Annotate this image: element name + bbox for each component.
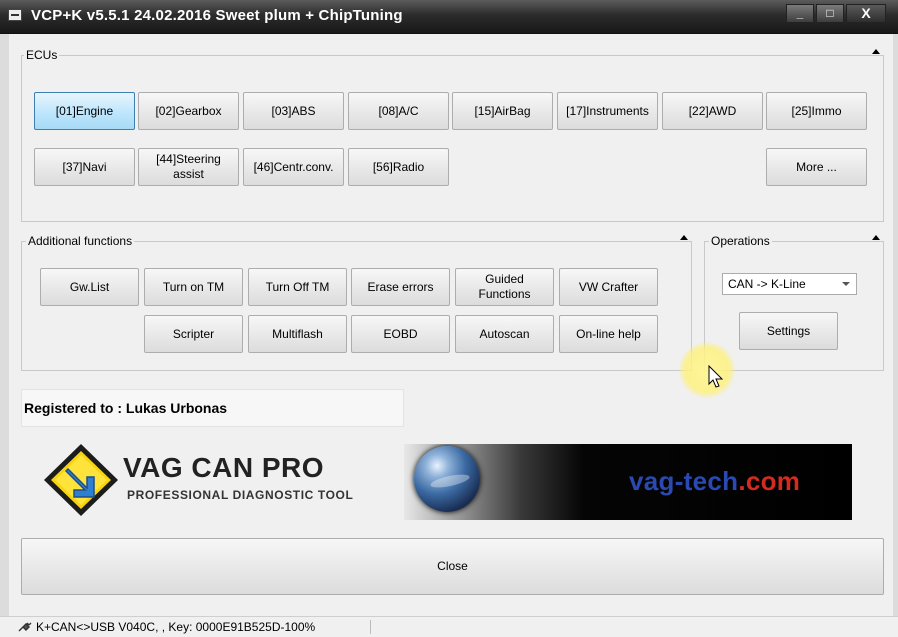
mouse-pointer-icon <box>708 365 724 388</box>
vag-can-pro-logo: VAG CAN PRO PROFESSIONAL DIAGNOSTIC TOOL <box>41 441 371 519</box>
app-menu-icon[interactable] <box>8 9 22 21</box>
globe-icon <box>414 446 480 512</box>
turn-off-tm-button[interactable]: Turn Off TM <box>248 268 347 306</box>
minimize-button[interactable]: _ <box>786 4 814 23</box>
close-window-button[interactable]: X <box>846 4 886 23</box>
site-url-domain: .com <box>738 466 801 496</box>
cursor-highlight <box>679 342 735 398</box>
maximize-button[interactable]: □ <box>816 4 844 23</box>
ecus-group-label: ECUs <box>24 48 60 62</box>
status-bar: K+CAN<>USB V040C, , Key: 0000E91B525D-10… <box>0 616 898 637</box>
ecu-button-navi[interactable]: [37]Navi <box>34 148 135 186</box>
operations-label: Operations <box>709 234 772 248</box>
ecu-button-centr-conv[interactable]: [46]Centr.conv. <box>243 148 344 186</box>
site-url-name: vag-tech <box>629 466 739 496</box>
interface-select-value: CAN -> K-Line <box>728 277 806 291</box>
ecu-button-steering-assist[interactable]: [44]Steering assist <box>138 148 239 186</box>
ecus-collapse-icon[interactable] <box>872 49 880 54</box>
ecu-button-ac[interactable]: [08]A/C <box>348 92 449 130</box>
main-window: ECUs [01]Engine [02]Gearbox [03]ABS [08]… <box>9 34 893 616</box>
operations-group: Operations CAN -> K-Line Settings <box>704 234 884 371</box>
registered-to-label: Registered to : Lukas Urbonas <box>21 389 404 427</box>
window-controls: _ □ X <box>786 4 886 23</box>
ecu-button-radio[interactable]: [56]Radio <box>348 148 449 186</box>
multiflash-button[interactable]: Multiflash <box>248 315 347 353</box>
online-help-button[interactable]: On-line help <box>559 315 658 353</box>
settings-button[interactable]: Settings <box>739 312 838 350</box>
ecu-button-awd[interactable]: [22]AWD <box>662 92 763 130</box>
additional-functions-label: Additional functions <box>26 234 135 248</box>
ecu-button-engine[interactable]: [01]Engine <box>34 92 135 130</box>
vag-tech-banner: vag-tech.com <box>404 444 852 520</box>
title-bar[interactable]: VCP+K v5.5.1 24.02.2016 Sweet plum + Chi… <box>0 0 898 34</box>
vw-crafter-button[interactable]: VW Crafter <box>559 268 658 306</box>
ecu-button-abs[interactable]: [03]ABS <box>243 92 344 130</box>
ecu-button-gearbox[interactable]: [02]Gearbox <box>138 92 239 130</box>
turn-on-tm-button[interactable]: Turn on TM <box>144 268 243 306</box>
ecus-group: ECUs [01]Engine [02]Gearbox [03]ABS [08]… <box>21 48 884 222</box>
close-button[interactable]: Close <box>21 538 884 595</box>
operations-collapse-icon[interactable] <box>872 235 880 240</box>
brand-title: VAG CAN PRO <box>123 452 324 483</box>
site-url: vag-tech.com <box>629 466 800 497</box>
chevron-down-icon <box>842 282 850 286</box>
status-separator <box>370 620 371 634</box>
erase-errors-button[interactable]: Erase errors <box>351 268 450 306</box>
autoscan-button[interactable]: Autoscan <box>455 315 554 353</box>
status-text: K+CAN<>USB V040C, , Key: 0000E91B525D-10… <box>36 620 316 634</box>
ecu-button-airbag[interactable]: [15]AirBag <box>452 92 553 130</box>
plug-icon <box>18 622 32 632</box>
additional-functions-group: Additional functions Gw.List Turn on TM … <box>21 234 692 371</box>
eobd-button[interactable]: EOBD <box>351 315 450 353</box>
ecu-more-button[interactable]: More ... <box>766 148 867 186</box>
additional-collapse-icon[interactable] <box>680 235 688 240</box>
brand-subtitle: PROFESSIONAL DIAGNOSTIC TOOL <box>127 488 354 502</box>
scripter-button[interactable]: Scripter <box>144 315 243 353</box>
ecu-button-immo[interactable]: [25]Immo <box>766 92 867 130</box>
interface-select[interactable]: CAN -> K-Line <box>722 273 857 295</box>
window-title: VCP+K v5.5.1 24.02.2016 Sweet plum + Chi… <box>31 7 403 24</box>
gw-list-button[interactable]: Gw.List <box>40 268 139 306</box>
ecu-button-instruments[interactable]: [17]Instruments <box>557 92 658 130</box>
guided-functions-button[interactable]: Guided Functions <box>455 268 554 306</box>
logo-arrow-icon <box>44 444 118 516</box>
